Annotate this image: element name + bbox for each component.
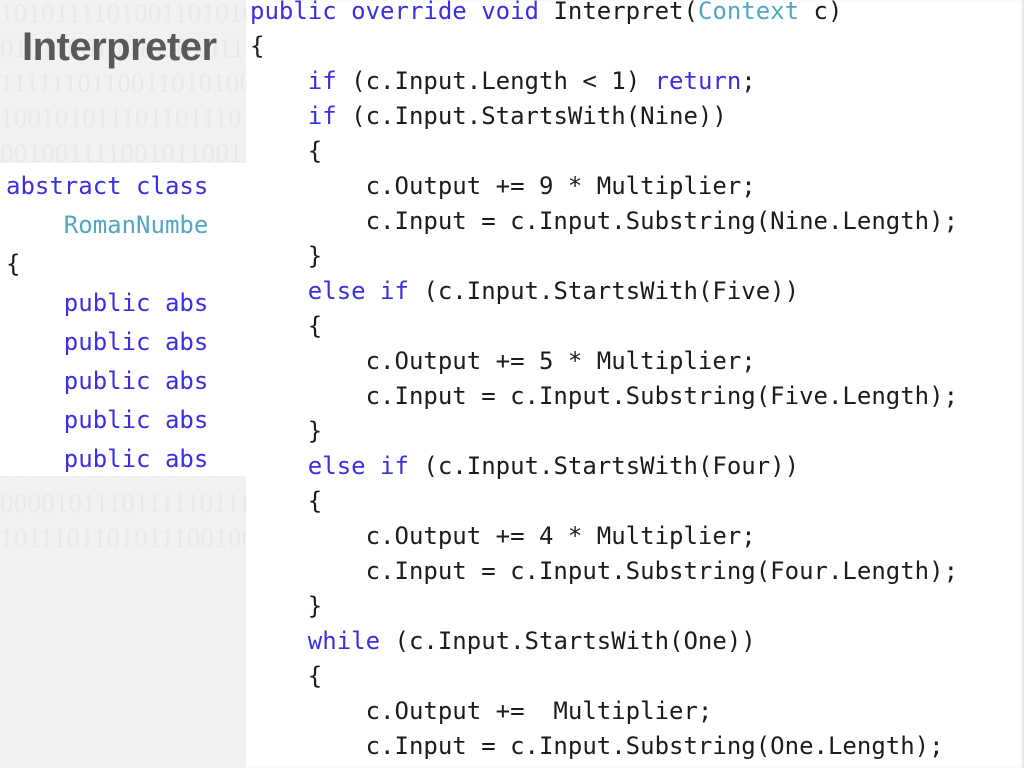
code-line: c.Output += 4 * Multiplier; bbox=[250, 522, 756, 550]
code-token: (c.Input.StartsWith(Five)) bbox=[408, 277, 800, 305]
code-token: c.Input = c.Input.Substring(One.Length); bbox=[250, 732, 944, 760]
binary-watermark-row: 1001010111011011101 bbox=[0, 103, 246, 133]
code-token: c) bbox=[799, 0, 843, 25]
code-token: Context bbox=[697, 0, 800, 25]
code-token: return bbox=[654, 67, 742, 95]
code-token: } bbox=[250, 417, 323, 445]
code-line: { bbox=[250, 487, 322, 515]
code-token: (c.Input.Length < 1) bbox=[336, 67, 655, 95]
code-line: c.Output += Multiplier; bbox=[250, 697, 713, 725]
code-token: { bbox=[250, 662, 323, 690]
code-token: if bbox=[307, 67, 337, 95]
code-line: } bbox=[250, 242, 322, 270]
code-line: RomanNumbe bbox=[6, 211, 209, 239]
code-token: { bbox=[250, 487, 323, 515]
code-token: (c.Input.StartsWith(Four)) bbox=[408, 452, 800, 480]
code-token: } bbox=[250, 592, 323, 620]
code-token: public abs bbox=[63, 445, 209, 473]
code-line: abstract class bbox=[6, 172, 208, 200]
code-line: while (c.Input.StartsWith(One)) bbox=[250, 627, 756, 655]
code-token: (c.Input.StartsWith(One)) bbox=[380, 627, 756, 655]
code-token: c.Input = c.Input.Substring(Five.Length)… bbox=[250, 382, 959, 410]
code-token: c.Output += 5 * Multiplier; bbox=[250, 347, 756, 375]
code-line: { bbox=[6, 250, 20, 278]
code-token: c.Input = c.Input.Substring(Nine.Length)… bbox=[250, 207, 959, 235]
code-line: c.Input = c.Input.Substring(One.Length); bbox=[250, 732, 944, 760]
slide-canvas: 1010111101001101010 0101100100101010111 11… bbox=[0, 0, 1024, 768]
code-line: { bbox=[250, 137, 322, 165]
code-token: public override void bbox=[250, 0, 554, 25]
code-token: public abs bbox=[63, 406, 209, 434]
code-token: abstract class bbox=[6, 172, 209, 200]
code-line: if (c.Input.StartsWith(Nine)) bbox=[250, 102, 727, 130]
code-token: ; bbox=[741, 67, 756, 95]
code-token: else if bbox=[307, 452, 409, 480]
code-line: if (c.Input.Length < 1) return; bbox=[250, 67, 756, 95]
left-code-block: abstract class RomanNumbe { public abs p… bbox=[6, 167, 208, 476]
binary-watermark-row: 0000101110111110111 bbox=[0, 488, 246, 518]
code-token: if bbox=[307, 102, 337, 130]
slide-title-container: Interpreter bbox=[0, 22, 246, 74]
code-line: public abs bbox=[6, 406, 209, 434]
code-line: public abs bbox=[6, 367, 209, 395]
code-line: else if (c.Input.StartsWith(Five)) bbox=[250, 277, 799, 305]
code-token: { bbox=[250, 32, 265, 60]
code-line: public abs bbox=[6, 289, 209, 317]
code-line: c.Input = c.Input.Substring(Five.Length)… bbox=[250, 382, 958, 410]
code-line: public abs bbox=[6, 445, 209, 473]
main-code-panel: public override void Interpret(Context c… bbox=[246, 0, 1024, 768]
code-token: { bbox=[6, 250, 21, 278]
page-title: Interpreter bbox=[22, 25, 217, 69]
code-line: c.Input = c.Input.Substring(Nine.Length)… bbox=[250, 207, 958, 235]
code-line: c.Output += 9 * Multiplier; bbox=[250, 172, 756, 200]
code-line: c.Output += 5 * Multiplier; bbox=[250, 347, 756, 375]
code-line: { bbox=[250, 662, 322, 690]
code-token: } bbox=[250, 242, 323, 270]
main-code-block: public override void Interpret(Context c… bbox=[250, 0, 958, 768]
code-token: else if bbox=[307, 277, 409, 305]
left-code-card: abstract class RomanNumbe { public abs p… bbox=[0, 163, 246, 476]
code-line: public override void Interpret(Context c… bbox=[250, 0, 842, 25]
code-line: c.Input = c.Input.Substring(Four.Length)… bbox=[250, 557, 958, 585]
code-token: c.Input = c.Input.Substring(Four.Length)… bbox=[250, 557, 959, 585]
code-line: } bbox=[250, 417, 322, 445]
code-line: { bbox=[250, 312, 322, 340]
code-line: { bbox=[250, 32, 264, 60]
code-line: } bbox=[250, 592, 322, 620]
code-token: c.Output += 9 * Multiplier; bbox=[250, 172, 756, 200]
code-token: public abs bbox=[63, 367, 209, 395]
code-token: RomanNumbe bbox=[63, 211, 209, 239]
code-token: c.Output += 4 * Multiplier; bbox=[250, 522, 756, 550]
binary-watermark-row: 1011101101011100100 bbox=[0, 523, 246, 553]
code-token: public abs bbox=[63, 328, 209, 356]
code-token: while bbox=[307, 627, 381, 655]
code-token: { bbox=[250, 312, 323, 340]
code-token: Interpret( bbox=[553, 0, 698, 25]
code-token: public abs bbox=[63, 289, 209, 317]
code-token: { bbox=[250, 137, 323, 165]
code-line: public abs bbox=[6, 328, 209, 356]
code-token: c.Output += Multiplier; bbox=[250, 697, 713, 725]
code-line: else if (c.Input.StartsWith(Four)) bbox=[250, 452, 799, 480]
code-token: (c.Input.StartsWith(Nine)) bbox=[336, 102, 727, 130]
